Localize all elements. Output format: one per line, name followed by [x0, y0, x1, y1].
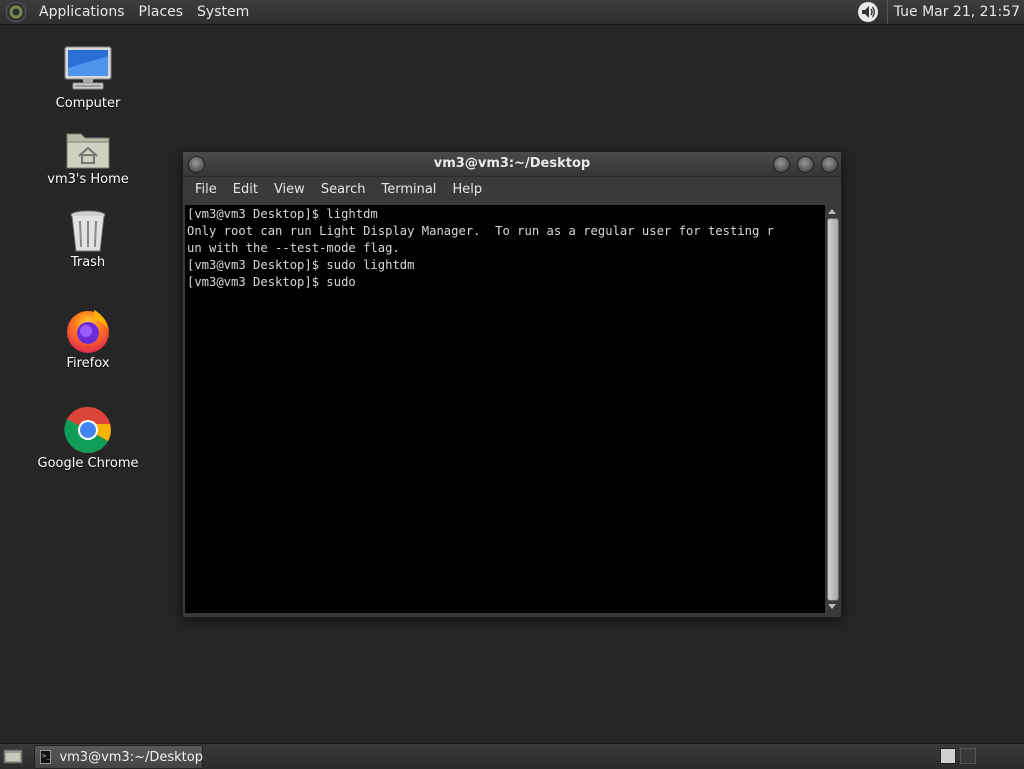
- volume-icon[interactable]: [857, 1, 879, 23]
- window-titlebar[interactable]: vm3@vm3:~/Desktop: [183, 152, 841, 177]
- taskbar-terminal-button[interactable]: >_ vm3@vm3:~/Desktop: [34, 745, 203, 769]
- terminal-line: un with the --test-mode flag.: [187, 241, 400, 255]
- taskbar-button-label: vm3@vm3:~/Desktop: [59, 749, 203, 765]
- terminal-line: [vm3@vm3 Desktop]$ lightdm: [187, 207, 378, 221]
- close-button[interactable]: [821, 156, 838, 173]
- menu-help[interactable]: Help: [444, 177, 490, 203]
- distro-logo-icon[interactable]: [6, 2, 26, 22]
- menu-edit[interactable]: Edit: [225, 177, 266, 203]
- desktop-icon-label: Google Chrome: [37, 456, 139, 471]
- applications-menu[interactable]: Applications: [32, 0, 132, 24]
- window-title: vm3@vm3:~/Desktop: [433, 156, 591, 171]
- desktop-icon-home[interactable]: vm3's Home: [33, 128, 143, 187]
- terminal-menubar: File Edit View Search Terminal Help: [183, 177, 841, 203]
- desktop-icon-label: vm3's Home: [47, 172, 129, 187]
- panel-tray: Tue Mar 21, 21:57: [857, 0, 1024, 24]
- trash-icon: [70, 210, 106, 252]
- desktop-icon-label: Firefox: [66, 356, 110, 371]
- desktop-icon-chrome[interactable]: Google Chrome: [33, 406, 143, 471]
- desktop-icon-firefox[interactable]: Firefox: [33, 306, 143, 371]
- terminal-icon: >_: [40, 750, 52, 764]
- terminal-window: vm3@vm3:~/Desktop File Edit View Search …: [182, 151, 842, 618]
- home-folder-icon: [66, 133, 110, 169]
- show-desktop-icon[interactable]: [3, 748, 23, 764]
- desktop-icon-trash[interactable]: Trash: [33, 209, 143, 270]
- terminal-scrollbar[interactable]: [826, 205, 839, 613]
- menu-file[interactable]: File: [187, 177, 225, 203]
- scroll-down-arrow-icon[interactable]: [828, 604, 836, 609]
- desktop-icon-label: Computer: [55, 96, 121, 111]
- system-menu[interactable]: System: [190, 0, 256, 24]
- top-panel: Applications Places System Tue Mar 21, 2…: [0, 0, 1024, 25]
- chrome-icon: [64, 406, 111, 453]
- menu-view[interactable]: View: [266, 177, 313, 203]
- firefox-icon: [67, 310, 109, 353]
- menu-search[interactable]: Search: [313, 177, 374, 203]
- desktop-icon-computer[interactable]: Computer: [33, 46, 143, 111]
- terminal-line: Only root can run Light Display Manager.…: [187, 224, 774, 238]
- terminal-line: [vm3@vm3 Desktop]$ sudo lightdm: [187, 258, 415, 272]
- bottom-panel: >_ vm3@vm3:~/Desktop: [0, 743, 1024, 769]
- terminal-line: [vm3@vm3 Desktop]$ sudo: [187, 275, 364, 289]
- scroll-up-arrow-icon[interactable]: [828, 209, 836, 214]
- minimize-button[interactable]: [773, 156, 790, 173]
- menu-terminal[interactable]: Terminal: [373, 177, 444, 203]
- workspace-2[interactable]: [960, 748, 976, 764]
- scrollbar-thumb[interactable]: [827, 218, 839, 601]
- terminal-output[interactable]: [vm3@vm3 Desktop]$ lightdm Only root can…: [185, 205, 825, 613]
- workspace-1[interactable]: [940, 748, 956, 764]
- maximize-button[interactable]: [797, 156, 814, 173]
- places-menu[interactable]: Places: [132, 0, 191, 24]
- computer-icon: [64, 46, 112, 90]
- desktop-icon-label: Trash: [70, 255, 106, 270]
- clock[interactable]: Tue Mar 21, 21:57: [894, 0, 1020, 24]
- panel-separator: [886, 0, 888, 24]
